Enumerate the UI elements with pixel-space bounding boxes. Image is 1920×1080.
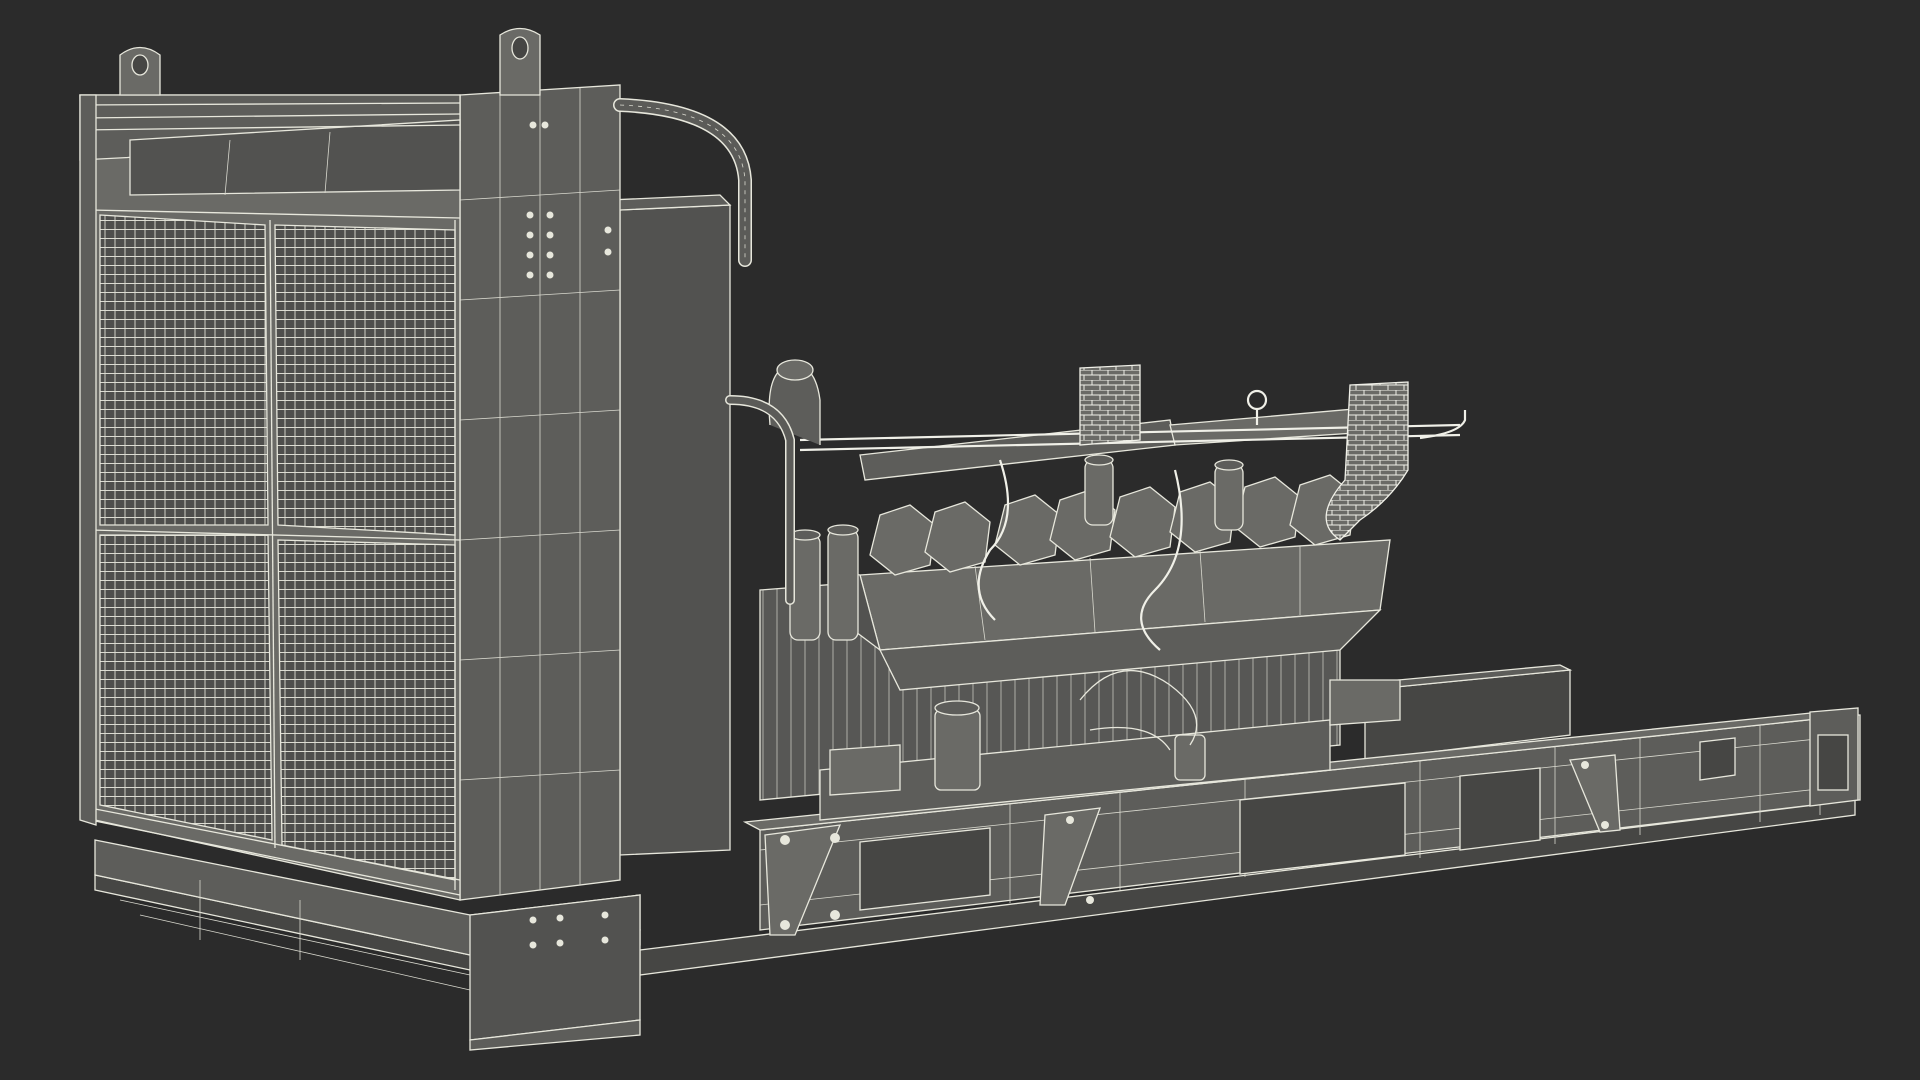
radiator-assembly <box>79 27 795 1051</box>
render-viewport <box>0 0 1920 1080</box>
wireframe-generator-render <box>79 27 1861 1051</box>
